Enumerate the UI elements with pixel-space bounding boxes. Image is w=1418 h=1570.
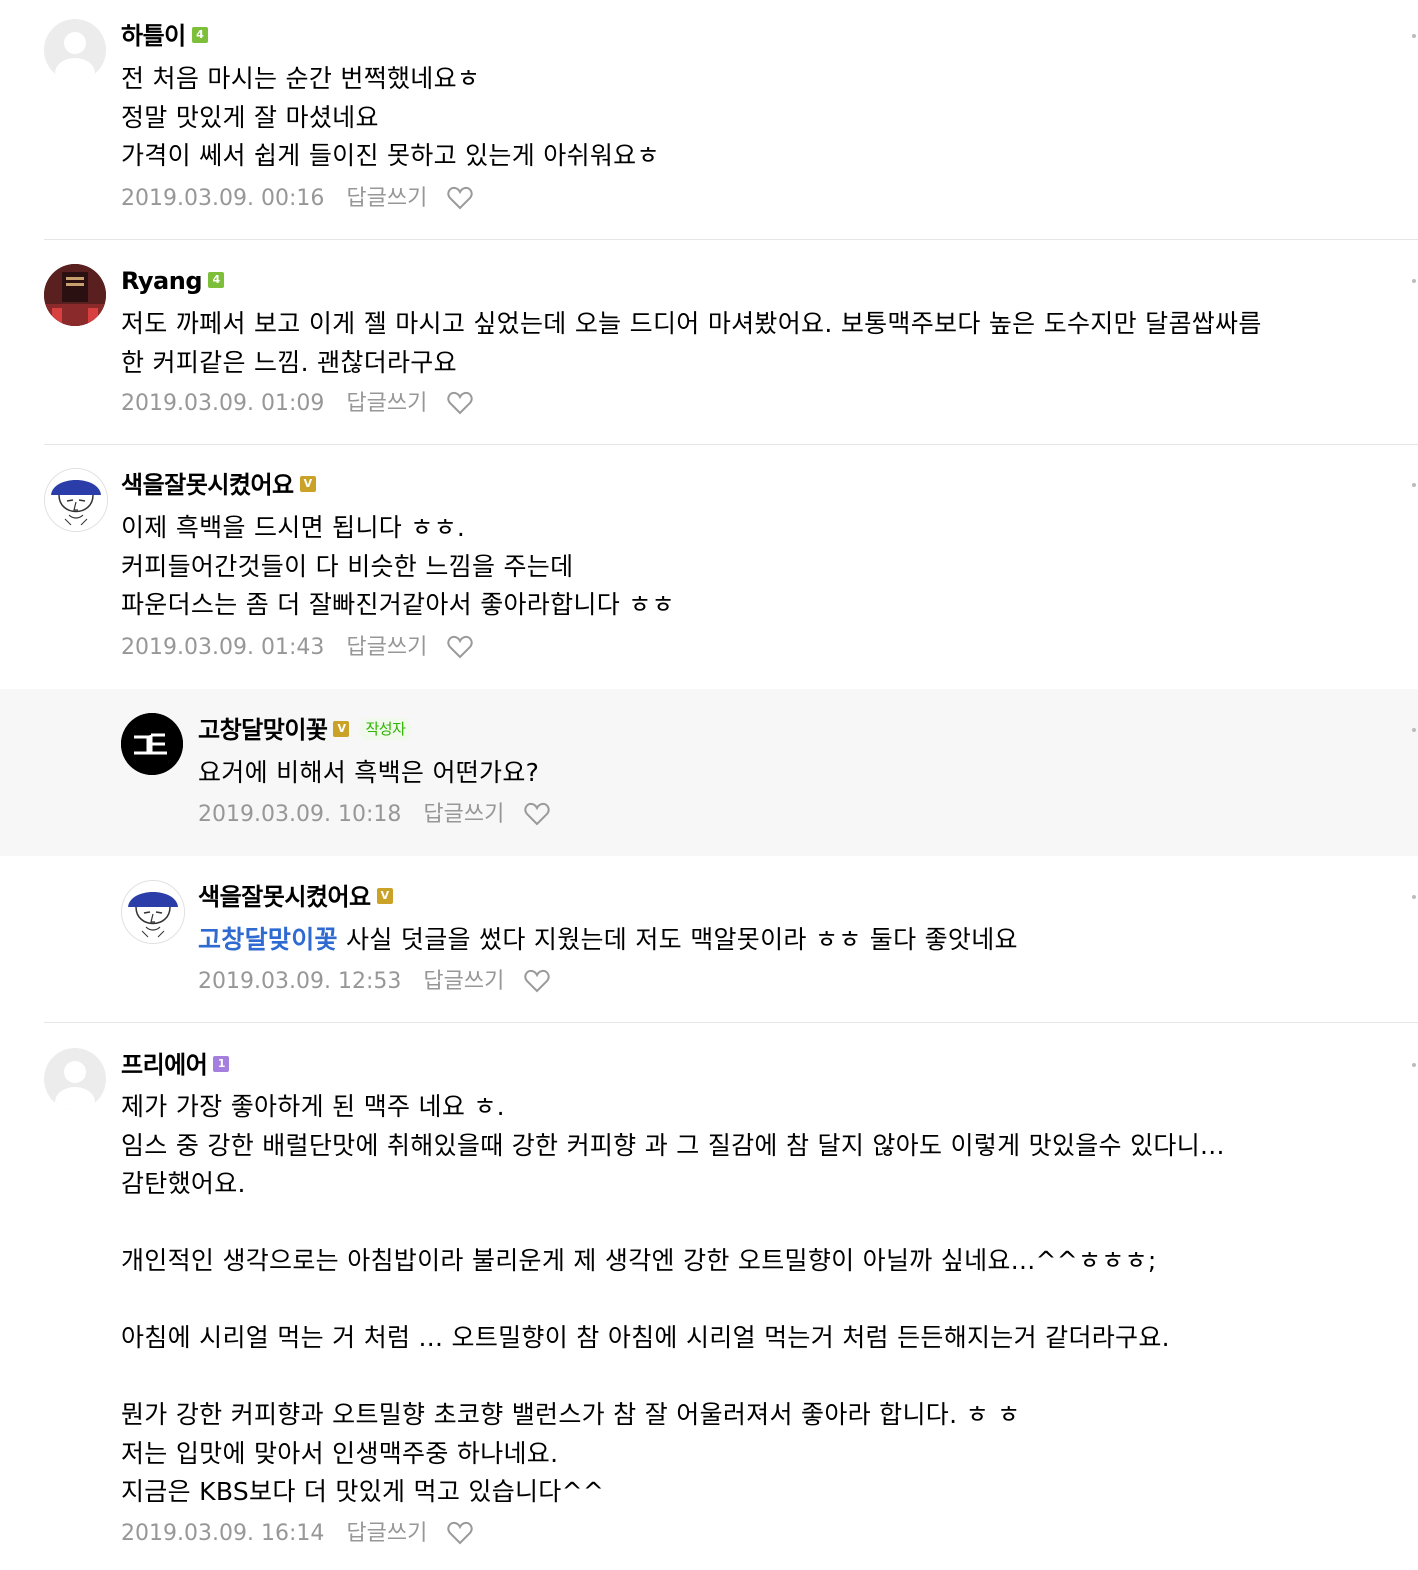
comment-meta: 2019.03.09. 00:16 답글쓰기	[121, 184, 473, 219]
level-badge: 1	[213, 1056, 230, 1072]
level-badge: 4	[191, 27, 208, 43]
more-dots-icon[interactable]	[1412, 728, 1416, 732]
comment-meta: 2019.03.09. 16:14 답글쓰기	[121, 1519, 473, 1554]
more-dots-icon[interactable]	[1412, 34, 1416, 38]
comment-text: 이제 흑백을 드시면 됩니다 ㅎㅎ. 커피들어간것들이 다 비슷한 느낌을 주는…	[121, 513, 675, 619]
comment-nickname[interactable]: 프리에어 1	[121, 1049, 230, 1081]
comment-text: 고창달맞이꽃 사실 덧글을 썼다 지웠는데 저도 맥알못이라 ㅎㅎ 둘다 좋앗네…	[198, 925, 1018, 954]
level-badge: V	[333, 721, 350, 737]
reply-button[interactable]: 답글쓰기	[423, 969, 504, 994]
comment-text: 저도 까페서 보고 이게 젤 마시고 싶었는데 오늘 드디어 마셔봤어요. 보통…	[121, 309, 1262, 377]
level-badge: V	[299, 476, 316, 492]
heart-outline-icon[interactable]	[524, 969, 550, 1002]
default-profile-icon[interactable]	[44, 1048, 106, 1110]
default-profile-icon[interactable]	[44, 19, 106, 81]
more-dots-icon[interactable]	[1412, 483, 1416, 487]
comment-date: 2019.03.09. 01:43	[121, 635, 325, 660]
more-dots-icon[interactable]	[1412, 279, 1416, 283]
comment-date: 2019.03.09. 10:18	[198, 802, 402, 827]
comment-nickname[interactable]: 하틀이 4	[121, 20, 208, 52]
comment-nickname[interactable]: 고창달맞이꽃 V 작성자	[198, 714, 412, 746]
comment-text: 전 처음 마시는 순간 번쩍했네요ㅎ 정말 맛있게 잘 마셨네요 가격이 쎄서 …	[121, 64, 660, 170]
heart-outline-icon[interactable]	[447, 635, 473, 668]
comment-nickname[interactable]: Ryang 4	[121, 265, 225, 297]
reply-button[interactable]: 답글쓰기	[423, 802, 504, 827]
profile-photo-avatar[interactable]	[44, 264, 106, 326]
divider	[44, 239, 1418, 240]
more-dots-icon[interactable]	[1412, 1063, 1416, 1067]
comment-date: 2019.03.09. 12:53	[198, 969, 402, 994]
cartoon-face-avatar[interactable]	[121, 880, 185, 944]
heart-outline-icon[interactable]	[447, 391, 473, 424]
heart-outline-icon[interactable]	[447, 1521, 473, 1554]
comment-meta: 2019.03.09. 12:53 답글쓰기	[198, 967, 550, 1002]
comment-date: 2019.03.09. 01:09	[121, 391, 325, 416]
reply-button[interactable]: 답글쓰기	[346, 391, 427, 416]
comment-text: 요거에 비해서 흑백은 어떤가요?	[198, 758, 540, 787]
level-badge: 4	[208, 272, 225, 288]
more-dots-icon[interactable]	[1412, 895, 1416, 899]
comment-nickname[interactable]: 색을잘못시켰어요 V	[198, 881, 393, 913]
level-badge: V	[376, 888, 393, 904]
reply-button[interactable]: 답글쓰기	[346, 186, 427, 211]
author-badge: 작성자	[359, 718, 412, 740]
reply-button[interactable]: 답글쓰기	[346, 1521, 427, 1546]
reply-button[interactable]: 답글쓰기	[346, 635, 427, 660]
comment-meta: 2019.03.09. 01:09 답글쓰기	[121, 389, 473, 424]
comment-date: 2019.03.09. 16:14	[121, 1521, 325, 1546]
comment-text: 제가 가장 좋아하게 된 맥주 네요 ㅎ. 임스 중 강한 배럴단맛에 취해있을…	[121, 1092, 1225, 1506]
comment-nickname[interactable]: 색을잘못시켰어요 V	[121, 469, 316, 501]
cartoon-face-avatar[interactable]	[44, 468, 108, 532]
divider	[44, 1022, 1418, 1023]
comment-meta: 2019.03.09. 10:18 답글쓰기	[198, 800, 550, 835]
heart-outline-icon[interactable]	[524, 802, 550, 835]
heart-outline-icon[interactable]	[447, 186, 473, 219]
author-logo-avatar[interactable]	[121, 713, 183, 775]
mention-link[interactable]: 고창달맞이꽃	[198, 925, 338, 954]
divider	[44, 444, 1418, 445]
comment-meta: 2019.03.09. 01:43 답글쓰기	[121, 633, 473, 668]
comment-date: 2019.03.09. 00:16	[121, 186, 325, 211]
